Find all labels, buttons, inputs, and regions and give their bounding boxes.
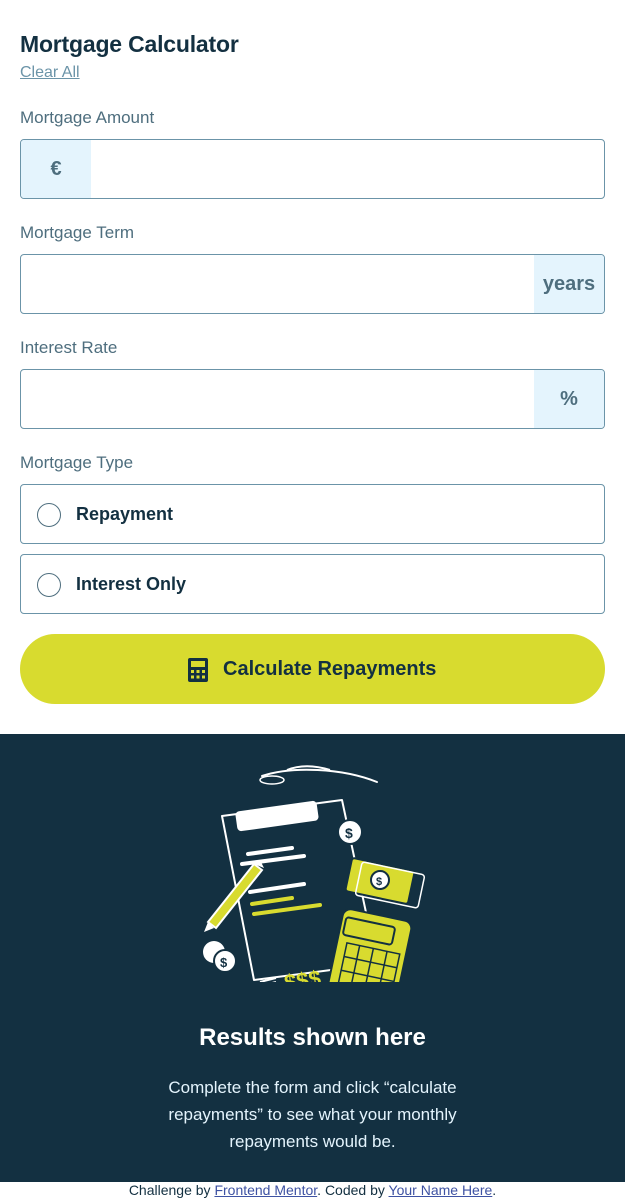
frontend-mentor-link[interactable]: Frontend Mentor: [214, 1182, 317, 1198]
results-panel: $$$ $ $ $ Results shown here Complete th…: [0, 734, 625, 1182]
interest-rate-field[interactable]: %: [20, 369, 605, 429]
mortgage-term-input[interactable]: [21, 255, 534, 313]
footer-suffix: .: [492, 1182, 497, 1198]
mortgage-amount-label: Mortgage Amount: [20, 108, 155, 127]
clear-all-link[interactable]: Clear All: [20, 64, 80, 82]
footer-middle: . Coded by: [317, 1182, 389, 1198]
interest-rate-label: Interest Rate: [20, 338, 118, 357]
calculate-repayments-button[interactable]: Calculate Repayments: [20, 634, 605, 704]
percent-suffix: %: [534, 370, 604, 428]
mortgage-type-label: Mortgage Type: [20, 453, 134, 472]
radio-label-interest-only: Interest Only: [76, 574, 187, 594]
svg-text:$: $: [376, 876, 382, 888]
radio-circle[interactable]: [37, 573, 61, 597]
radio-label-repayment: Repayment: [76, 504, 174, 524]
mortgage-amount-input[interactable]: [91, 140, 604, 198]
interest-rate-input[interactable]: [21, 370, 534, 428]
calculate-button-label: Calculate Repayments: [223, 658, 437, 680]
radio-option-repayment[interactable]: Repayment: [20, 484, 605, 544]
calculator-icon: [188, 658, 208, 682]
attribution-footer: Challenge by Frontend Mentor. Coded by Y…: [0, 1182, 625, 1198]
author-link[interactable]: Your Name Here: [389, 1182, 493, 1198]
page-title: Mortgage Calculator: [20, 31, 239, 57]
mortgage-term-field[interactable]: years: [20, 254, 605, 314]
svg-text:$: $: [220, 955, 228, 970]
currency-prefix: €: [21, 140, 91, 198]
results-description: Complete the form and click “calculate r…: [168, 1078, 457, 1151]
radio-circle[interactable]: [37, 503, 61, 527]
mortgage-term-label: Mortgage Term: [20, 223, 135, 242]
empty-results-illustration: $$$ $ $ $: [203, 765, 426, 982]
radio-option-interest-only[interactable]: Interest Only: [20, 554, 605, 614]
years-suffix: years: [534, 255, 604, 313]
mortgage-amount-field[interactable]: €: [20, 139, 605, 199]
svg-text:$: $: [345, 825, 353, 841]
results-title: Results shown here: [199, 1024, 426, 1051]
calculator-form: Mortgage Calculator Clear All Mortgage A…: [0, 0, 625, 734]
footer-prefix: Challenge by: [128, 1182, 215, 1198]
